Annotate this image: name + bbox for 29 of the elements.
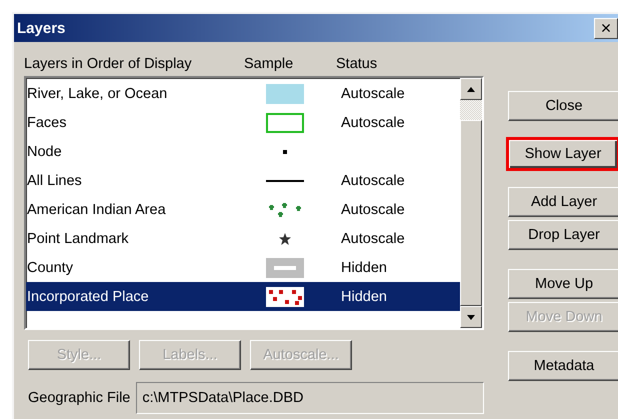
column-header: Status bbox=[336, 56, 378, 72]
layer-row[interactable]: Node bbox=[26, 137, 460, 166]
side-button[interactable]: Drop Layer bbox=[508, 220, 618, 250]
scroll-up-button[interactable] bbox=[460, 78, 482, 100]
scrollbar[interactable] bbox=[460, 78, 482, 328]
column-header: Layers in Order of Display bbox=[24, 56, 193, 72]
layer-row[interactable]: All Lines Autoscale bbox=[26, 166, 460, 195]
scroll-down-icon[interactable] bbox=[467, 314, 475, 320]
highlighted-side-button[interactable]: Show Layer bbox=[506, 137, 618, 171]
scrollbar-thumb[interactable] bbox=[460, 120, 482, 306]
side-button[interactable]: Add Layer bbox=[508, 187, 618, 217]
side-button[interactable]: Move Up bbox=[508, 269, 618, 299]
close-button[interactable]: × bbox=[594, 18, 618, 38]
file-path-field[interactable]: c:\MTPSData\Place.DBD bbox=[136, 382, 484, 414]
window-title: Layers bbox=[17, 20, 66, 36]
layer-row[interactable]: River, Lake, or Ocean Autoscale bbox=[26, 79, 460, 108]
layer-row[interactable]: County Hidden bbox=[26, 253, 460, 282]
side-button[interactable]: Metadata bbox=[508, 351, 618, 381]
scroll-up-icon[interactable] bbox=[467, 86, 475, 92]
scrollbar-track[interactable] bbox=[460, 100, 482, 120]
layer-row[interactable]: Incorporated Place Hidden bbox=[26, 282, 460, 311]
column-header: Sample bbox=[244, 56, 294, 72]
layer-row[interactable]: American Indian Area Autoscale bbox=[26, 195, 460, 224]
scroll-down-button[interactable] bbox=[460, 306, 482, 328]
layer-row[interactable]: Faces Autoscale bbox=[26, 108, 460, 137]
layer-sample-icon bbox=[266, 286, 304, 306]
field-label: Geographic File bbox=[28, 390, 130, 406]
side-button[interactable]: Close bbox=[508, 91, 618, 121]
layer-row[interactable]: Point Landmark Autoscale bbox=[26, 224, 460, 253]
